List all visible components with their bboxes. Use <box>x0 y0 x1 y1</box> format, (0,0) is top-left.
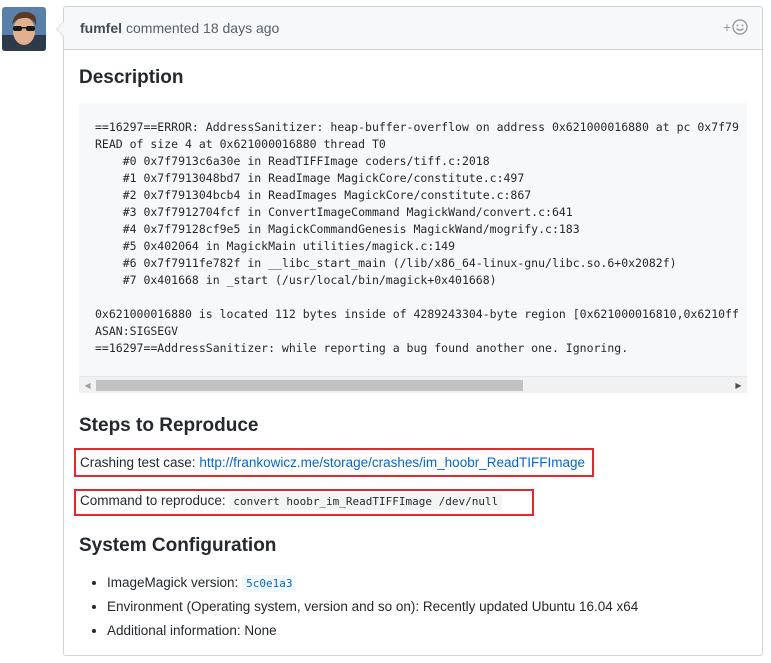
comment-box: fumfel commented 18 days ago + Descripti… <box>56 6 763 656</box>
comment-timestamp[interactable]: commented 18 days ago <box>126 20 279 36</box>
description-heading: Description <box>79 67 184 88</box>
code-line: ASAN:SIGSEGV <box>95 324 179 338</box>
code-line: #0 0x7f7913c6a30e in ReadTIFFImage coder… <box>95 154 490 168</box>
code-line: #4 0x7f79128cf9e5 in MagickCommandGenesi… <box>95 222 580 236</box>
command-label: Command to reproduce: <box>80 493 226 508</box>
smiley-icon <box>732 19 748 35</box>
code-line: ==16297==AddressSanitizer: while reporti… <box>95 341 629 355</box>
code-line: #7 0x401668 in _start (/usr/local/bin/ma… <box>95 273 497 287</box>
comment-author[interactable]: fumfel <box>80 20 122 36</box>
add-reaction-button[interactable]: + <box>723 19 748 35</box>
code-line: #2 0x7f791304bcb4 in ReadImages MagickCo… <box>95 188 532 202</box>
system-config-list: ImageMagick version: 5c0e1a3 Environment… <box>79 571 638 643</box>
code-line: #3 0x7f7912704fcf in ConvertImageCommand… <box>95 205 573 219</box>
steps-heading: Steps to Reproduce <box>79 415 259 436</box>
command-code: convert hoobr_im_ReadTIFFImage /dev/null <box>229 493 503 510</box>
code-content: ==16297==ERROR: AddressSanitizer: heap-b… <box>95 119 739 357</box>
list-item: Environment (Operating system, version a… <box>107 595 638 619</box>
avatar[interactable] <box>2 7 46 51</box>
crash-label: Crashing test case: <box>80 455 196 470</box>
code-line: #6 0x7f7911fe782f in __libc_start_main (… <box>95 256 677 270</box>
system-config-heading: System Configuration <box>79 535 277 556</box>
scroll-right-arrow-icon[interactable]: ▶ <box>730 377 747 393</box>
imagemagick-version-label: ImageMagick version: <box>107 575 239 590</box>
code-line: 0x621000016880 is located 112 bytes insi… <box>95 307 739 321</box>
crash-link[interactable]: http://frankowicz.me/storage/crashes/im_… <box>199 455 585 470</box>
command-line: Command to reproduce: convert hoobr_im_R… <box>80 493 503 510</box>
list-item: Additional information: None <box>107 619 638 643</box>
crash-test-case-line: Crashing test case: http://frankowicz.me… <box>80 455 585 470</box>
code-line: READ of size 4 at 0x621000016880 thread … <box>95 137 386 151</box>
error-code-block: ==16297==ERROR: AddressSanitizer: heap-b… <box>79 103 747 393</box>
code-line: #5 0x402064 in MagickMain utilities/magi… <box>95 239 456 253</box>
comment-header: fumfel commented 18 days ago <box>64 7 762 50</box>
code-line: #1 0x7f7913048bd7 in ReadImage MagickCor… <box>95 171 525 185</box>
commit-link[interactable]: 5c0e1a3 <box>242 575 297 592</box>
scrollbar-thumb[interactable] <box>96 380 523 391</box>
reaction-plus: + <box>722 19 731 35</box>
list-item: ImageMagick version: 5c0e1a3 <box>107 571 638 595</box>
code-line: ==16297==ERROR: AddressSanitizer: heap-b… <box>95 120 739 134</box>
horizontal-scrollbar[interactable]: ◀ ▶ <box>79 376 747 393</box>
scroll-left-arrow-icon[interactable]: ◀ <box>79 377 96 393</box>
